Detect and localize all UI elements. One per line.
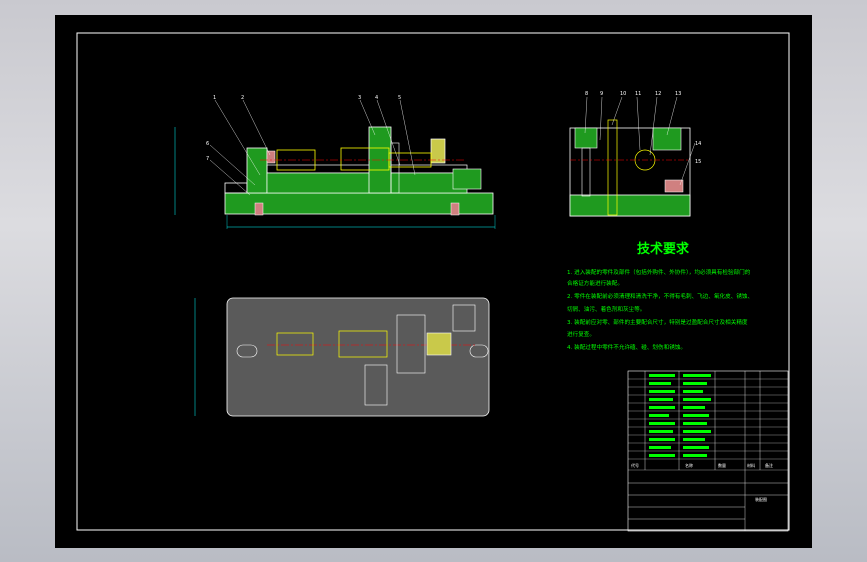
side-callout-13: 13 [675, 91, 681, 97]
side-callout-8: 8 [585, 91, 588, 97]
tech-line-5: 3. 装配前应对零、部件的主要配合尺寸，特别是过盈配合尺寸及相关精度 [567, 318, 748, 326]
right-block [452, 168, 482, 190]
name-box: 装配图 [755, 496, 767, 502]
front-view: 1 2 3 4 5 6 7 [174, 95, 496, 229]
top-view [194, 297, 490, 417]
side-callout-10: 10 [620, 91, 626, 97]
cad-viewer: 1 2 3 4 5 6 7 8 9 10 11 12 13 14 15 技术要求… [0, 0, 867, 562]
tech-line-7: 4. 装配过程中零件不允许磕、碰、划伤和锈蚀。 [567, 343, 686, 351]
col-name: 名称 [685, 462, 693, 468]
base-step [224, 182, 248, 194]
top-knob [426, 332, 452, 356]
side-bolt-left [581, 147, 591, 197]
title-block: 代号 名称 数量 材料 备注 装配图 [627, 370, 789, 532]
col-material: 材料 [747, 462, 755, 468]
tech-line-1: 1. 进入装配的零件及部件（包括外购件、外协件），均必须具有检验部门的 [567, 268, 751, 276]
side-base [569, 194, 691, 217]
side-callout-14: 14 [695, 141, 701, 147]
side-pin [664, 179, 684, 193]
col-remark: 备注 [765, 462, 773, 468]
drawing-canvas[interactable]: 1 2 3 4 5 6 7 8 9 10 11 12 13 14 15 技术要求… [55, 15, 812, 548]
side-view: 8 9 10 11 12 13 14 15 [569, 91, 701, 217]
tech-title: 技术要求 [637, 241, 690, 257]
side-callout-9: 9 [600, 91, 603, 97]
tech-line-4: 切屑、油污、着色剂和灰尘等。 [567, 305, 645, 313]
callout-1: 1 [213, 95, 216, 101]
knob [430, 138, 446, 164]
bolt-right [450, 202, 460, 216]
side-callout-11: 11 [635, 91, 641, 97]
drawing-svg: 1 2 3 4 5 6 7 8 9 10 11 12 13 14 15 技术要求… [76, 32, 790, 532]
bolt-left [254, 202, 264, 216]
side-callout-12: 12 [655, 91, 661, 97]
side-right-clamp [652, 127, 682, 151]
callout-2: 2 [241, 95, 244, 101]
channel-body [266, 172, 468, 194]
tech-line-3: 2. 零件在装配前必须清理和清洗干净，不得有毛刺、飞边、氧化皮、锈蚀、 [567, 292, 753, 300]
left-support [246, 147, 268, 194]
channel-top [266, 164, 468, 174]
bom-entries [649, 374, 711, 457]
callout-4: 4 [375, 95, 378, 101]
col-code: 代号 [631, 462, 639, 468]
sheet-frame [76, 32, 790, 531]
callout-6: 6 [206, 141, 209, 147]
side-left-clamp [574, 127, 598, 149]
tech-line-6: 进行复查。 [567, 330, 595, 338]
col-qty: 数量 [718, 462, 726, 468]
tech-line-2: 合格证方能进行装配。 [567, 279, 623, 287]
callout-5: 5 [398, 95, 401, 101]
callout-7: 7 [206, 156, 209, 162]
side-callout-15: 15 [695, 159, 701, 165]
callout-3: 3 [358, 95, 361, 101]
left-pin [266, 150, 276, 164]
